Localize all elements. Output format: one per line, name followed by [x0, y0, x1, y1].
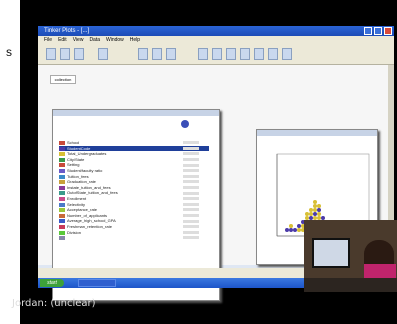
attribute-type — [183, 186, 199, 190]
window-title: Tinker Plots - [...] — [44, 28, 90, 34]
toolbar-button[interactable] — [60, 48, 70, 60]
attribute-type — [183, 180, 199, 184]
plot-point[interactable] — [309, 212, 313, 216]
attribute-color-icon — [59, 213, 65, 218]
plot-point[interactable] — [317, 208, 321, 212]
attribute-color-icon — [59, 236, 65, 241]
attribute-color-icon — [59, 168, 65, 173]
toolbar-button[interactable] — [198, 48, 208, 60]
attribute-type — [183, 219, 199, 223]
minimize-button[interactable] — [364, 27, 372, 35]
attribute-color-icon — [59, 163, 65, 168]
desk — [304, 278, 397, 292]
attribute-color-icon — [59, 208, 65, 213]
attribute-type — [183, 202, 199, 206]
toolbar — [38, 44, 394, 65]
plot-point[interactable] — [285, 228, 289, 232]
attribute-type — [183, 174, 199, 178]
attribute-type — [183, 169, 199, 173]
plot-point[interactable] — [317, 204, 321, 208]
plot-point[interactable] — [293, 228, 297, 232]
menu-item[interactable]: Data — [89, 36, 100, 44]
attribute-color-icon — [59, 141, 65, 145]
window-titlebar: Tinker Plots - [...] — [38, 26, 394, 36]
menu-item[interactable]: Window — [106, 36, 124, 44]
attribute-color-icon — [59, 146, 65, 151]
attribute-color-icon — [59, 185, 65, 190]
attribute-type — [183, 191, 199, 195]
close-button[interactable] — [384, 27, 392, 35]
attribute-color-icon — [59, 219, 65, 224]
menu-item[interactable]: View — [73, 36, 84, 44]
attribute-header — [59, 132, 209, 138]
menu-item[interactable]: Edit — [58, 36, 67, 44]
toolbar-button[interactable] — [152, 48, 162, 60]
attribute-color-icon — [59, 202, 65, 207]
plot-point[interactable] — [313, 204, 317, 208]
cropped-text: s — [6, 45, 12, 59]
toolbar-button[interactable] — [240, 48, 250, 60]
taskbar-item[interactable] — [78, 279, 116, 287]
attribute-list: School StudentCode Total_Undergraduates Cit… — [59, 140, 209, 241]
plot-point[interactable] — [309, 208, 313, 212]
plot-point[interactable] — [313, 212, 317, 216]
toolbar-button[interactable] — [98, 48, 108, 60]
plot-point[interactable] — [317, 212, 321, 216]
attribute-color-icon — [59, 157, 65, 162]
webcam-inset — [304, 220, 397, 292]
toolbar-button[interactable] — [268, 48, 278, 60]
menu-bar: File Edit View Data Window Help — [38, 36, 394, 44]
toolbar-button[interactable] — [226, 48, 236, 60]
attribute-color-icon — [59, 180, 65, 185]
plot-point[interactable] — [289, 228, 293, 232]
collection-tab[interactable]: collection — [50, 75, 76, 84]
attribute-type — [183, 197, 199, 201]
attribute-type — [183, 146, 199, 150]
attribute-window-titlebar[interactable] — [53, 110, 219, 116]
plot-point[interactable] — [297, 224, 301, 228]
attribute-type — [183, 208, 199, 212]
maximize-button[interactable] — [374, 27, 382, 35]
plot-point[interactable] — [313, 208, 317, 212]
background-monitor — [312, 238, 350, 268]
attribute-type — [183, 236, 199, 240]
attribute-color-icon — [59, 224, 65, 229]
toolbar-button[interactable] — [166, 48, 176, 60]
attribute-color-icon — [59, 191, 65, 196]
attribute-type — [183, 141, 199, 145]
attribute-type — [183, 152, 199, 156]
plot-point[interactable] — [313, 200, 317, 204]
attribute-color-icon — [59, 196, 65, 201]
attribute-type — [183, 225, 199, 229]
attribute-color-icon — [59, 174, 65, 179]
toolbar-button[interactable] — [46, 48, 56, 60]
toolbar-button[interactable] — [74, 48, 84, 60]
attribute-type — [183, 158, 199, 162]
menu-item[interactable]: File — [44, 36, 52, 44]
plot-point[interactable] — [297, 228, 301, 232]
attribute-color-icon — [59, 152, 65, 157]
start-button[interactable]: start — [40, 279, 64, 287]
attribute-row[interactable] — [59, 235, 209, 241]
toolbar-button[interactable] — [138, 48, 148, 60]
plot-point[interactable] — [289, 224, 293, 228]
filter-icon[interactable] — [181, 120, 189, 128]
plot-point[interactable] — [305, 212, 309, 216]
toolbar-button[interactable] — [212, 48, 222, 60]
attribute-type — [183, 230, 199, 234]
subtitle-caption: Jordan: (unclear) — [12, 298, 96, 309]
toolbar-button[interactable] — [254, 48, 264, 60]
attribute-type — [183, 163, 199, 167]
menu-item[interactable]: Help — [130, 36, 140, 44]
attribute-type — [183, 214, 199, 218]
toolbar-button[interactable] — [282, 48, 292, 60]
attribute-color-icon — [59, 230, 65, 235]
